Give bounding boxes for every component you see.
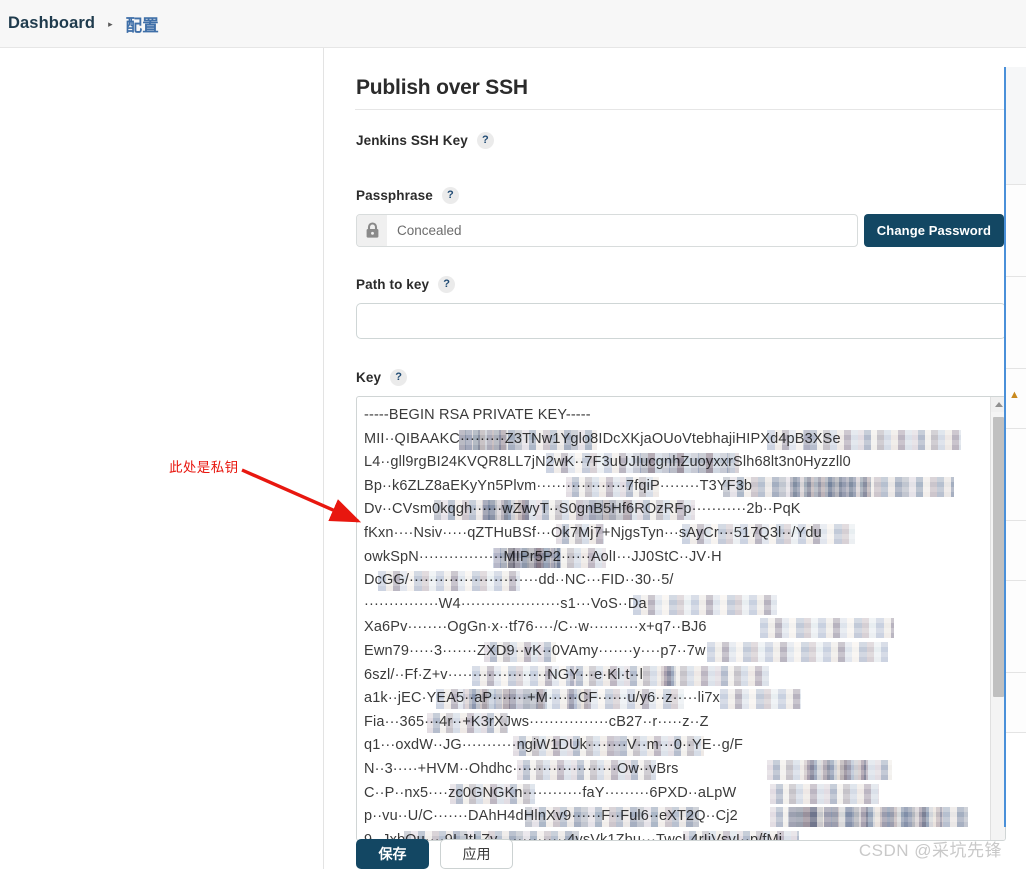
right-side-panel[interactable]: ▲ (1004, 67, 1026, 827)
passphrase-row: Change Password (356, 214, 1004, 247)
field-jenkins-ssh-key: Jenkins SSH Key ? (356, 132, 977, 149)
page-body: Publish over SSH Jenkins SSH Key ? Passp… (0, 48, 1026, 869)
breadcrumb-separator-icon: ▸ (108, 19, 113, 29)
key-line: Ewn79·····3·······ZXD9··vK··0VAmy·······… (364, 640, 991, 664)
key-line-text: MII··QIBAAKC·········Z3TNw1Yglo8IDcXKjaO… (364, 430, 841, 447)
passphrase-input[interactable] (387, 216, 857, 245)
key-line-text: C··P··nx5····zc0GNGKn············faY····… (364, 784, 737, 801)
help-icon-path-to-key[interactable]: ? (438, 276, 456, 293)
panel-cell (1006, 185, 1026, 277)
path-to-key-input[interactable] (356, 303, 1006, 339)
breadcrumb: Dashboard ▸ 配置 (0, 0, 1026, 48)
key-line: C··P··nx5····zc0GNGKn············faY····… (364, 782, 991, 806)
key-line-text: N··3·····+HVM··Ohdhc····················… (364, 760, 679, 777)
breadcrumb-item-current[interactable]: 配置 (122, 12, 163, 36)
jenkins-ssh-key-label: Jenkins SSH Key (356, 133, 468, 148)
panel-cell (1006, 521, 1026, 581)
redaction-block (661, 665, 769, 686)
panel-cell (1006, 673, 1026, 733)
help-icon-jenkins-ssh-key[interactable]: ? (476, 132, 494, 149)
key-line-text: Bp··k6ZLZ8aEKyYn5Plvm··················7… (364, 477, 753, 494)
key-line-text: p··vu··U/C·······DAhH4dHlnXv9······F··Fu… (364, 808, 738, 825)
key-line-text: Ewn79·····3·······ZXD9··vK··0VAmy·······… (364, 642, 706, 659)
field-key-label-row: Key ? (356, 369, 977, 386)
key-line: Fia···365···4r··+K3rXJws················… (364, 711, 991, 735)
panel-cell (1006, 429, 1026, 521)
key-line-text: DcGG/··························dd··NC···… (364, 572, 674, 589)
lock-icon (357, 215, 387, 246)
key-line: -----BEGIN RSA PRIVATE KEY----- (364, 404, 991, 428)
redaction-block (788, 807, 942, 828)
redaction-block (760, 618, 894, 639)
key-line: Dv··CVsm0kqgh······wZwyT··S0gnB5Hf6ROzRF… (364, 498, 991, 522)
redaction-block (796, 807, 968, 828)
key-line-text: a1k··jEC·YEA5··aP·······+M······CF······… (364, 690, 720, 707)
sidebar-column (0, 48, 324, 869)
redaction-block (770, 783, 879, 804)
redaction-block (767, 759, 892, 780)
redaction-block (720, 689, 801, 710)
apply-button[interactable]: 应用 (440, 839, 513, 869)
breadcrumb-item-dashboard[interactable]: Dashboard (4, 14, 99, 33)
key-line-text: ···············W4····················s1·… (364, 595, 647, 612)
key-line-text: fKxn····Nsiv·····qZTHuBSf···Ok7Mj7+NjgsT… (364, 524, 822, 541)
key-line: a1k··jEC·YEA5··aP·······+M······CF······… (364, 687, 991, 711)
key-line: DcGG/··························dd··NC···… (364, 569, 991, 593)
passphrase-input-wrapper (356, 214, 858, 247)
panel-cell (1006, 67, 1026, 185)
panel-cell (1006, 581, 1026, 673)
key-label: Key (356, 370, 382, 385)
key-line: owkSpN·················MIPr5P2······AolI… (364, 546, 991, 570)
key-line: q1···oxdW··JG···········ngiW1DUk········… (364, 734, 991, 758)
form-actions: 保存 应用 (356, 839, 513, 869)
redaction-block (633, 594, 777, 615)
key-line-text: Xa6Pv········OgGn·x··tf76····/C··w······… (364, 619, 707, 636)
key-line-text: L4··gll9rgBI24KVQR8LL7jN2wK··7F3uUJIucgn… (364, 454, 851, 471)
change-password-button[interactable]: Change Password (863, 214, 1004, 247)
key-line-text: 6szl/··Ff·Z+v····················NGY···e… (364, 666, 643, 683)
redaction-block (804, 759, 866, 780)
title-divider (355, 109, 1006, 110)
key-line-text: -----BEGIN RSA PRIVATE KEY----- (364, 407, 591, 423)
redaction-block (707, 641, 888, 662)
redaction-block (790, 476, 954, 497)
path-to-key-label: Path to key (356, 277, 430, 292)
publish-over-ssh-form: Publish over SSH Jenkins SSH Key ? Passp… (325, 48, 1006, 869)
key-line: N··3·····+HVM··Ohdhc····················… (364, 758, 991, 782)
save-button[interactable]: 保存 (356, 839, 429, 869)
key-textarea-content: -----BEGIN RSA PRIVATE KEY----- MII··QIBA… (357, 397, 991, 840)
panel-cell (1006, 277, 1026, 369)
help-icon-passphrase[interactable]: ? (441, 187, 459, 204)
key-line: fKxn····Nsiv·····qZTHuBSf···Ok7Mj7+NjgsT… (364, 522, 991, 546)
key-line: MII··QIBAAKC·········Z3TNw1Yglo8IDcXKjaO… (364, 428, 991, 452)
key-line: p··vu··U/C·······DAhH4dHlnXv9······F··Fu… (364, 805, 991, 829)
key-line: L4··gll9rgBI24KVQR8LL7jN2wK··7F3uUJIucgn… (364, 451, 991, 475)
key-line-text: q1···oxdW··JG···········ngiW1DUk········… (364, 737, 744, 754)
field-path-to-key-label-row: Path to key ? (356, 276, 977, 293)
field-passphrase-label-row: Passphrase ? (356, 187, 977, 204)
key-textarea[interactable]: -----BEGIN RSA PRIVATE KEY----- MII··QIBA… (356, 396, 1006, 841)
scrollbar-thumb[interactable] (993, 417, 1004, 697)
key-line: Bp··k6ZLZ8aEKyYn5Plvm··················7… (364, 475, 991, 499)
page-title: Publish over SSH (356, 76, 528, 99)
passphrase-label: Passphrase (356, 188, 433, 203)
key-line-text: Fia···365···4r··+K3rXJws················… (364, 713, 709, 730)
redaction-block (770, 807, 823, 828)
help-icon-key[interactable]: ? (390, 369, 408, 386)
panel-accent-marker: ▲ (1009, 389, 1020, 401)
watermark: CSDN @采坑先锋 (858, 841, 1002, 860)
key-line: 6szl/··Ff·Z+v····················NGY···e… (364, 664, 991, 688)
key-textarea-scrollbar[interactable] (990, 397, 1005, 840)
key-line: ···············W4····················s1·… (364, 593, 991, 617)
key-line-text: Dv··CVsm0kqgh······wZwyT··S0gnB5Hf6ROzRF… (364, 501, 801, 518)
key-line-text: owkSpN·················MIPr5P2······AolI… (364, 548, 722, 565)
key-line: Xa6Pv········OgGn·x··tf76····/C··w······… (364, 616, 991, 640)
